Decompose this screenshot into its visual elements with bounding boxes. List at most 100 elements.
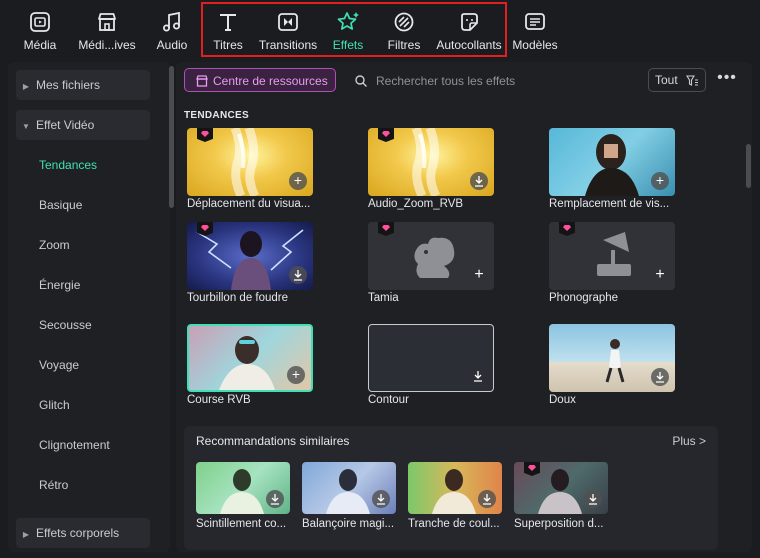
add-icon[interactable]: + bbox=[287, 366, 305, 384]
recommendation-card[interactable]: Balançoire magi... bbox=[302, 462, 396, 534]
download-icon[interactable] bbox=[266, 490, 284, 508]
highlight-box bbox=[201, 2, 507, 57]
download-icon[interactable] bbox=[469, 367, 487, 385]
resource-center-button[interactable]: Centre de ressources bbox=[184, 68, 336, 92]
effect-card[interactable]: + Remplacement de vis... bbox=[549, 128, 675, 212]
effect-thumbnail bbox=[408, 462, 502, 514]
effect-thumbnail bbox=[196, 462, 290, 514]
tab-label: Médi...ives bbox=[78, 38, 136, 52]
sidebar-item-clignotement[interactable]: Clignotement bbox=[16, 430, 150, 460]
sidebar-item-label: Effet Vidéo bbox=[36, 118, 95, 132]
effect-thumbnail: + bbox=[368, 222, 494, 290]
filter-label: Tout bbox=[655, 73, 678, 87]
tab-media[interactable]: Média bbox=[14, 6, 66, 56]
sidebar-item-effets-corporels[interactable]: ▶ Effets corporels bbox=[16, 518, 150, 548]
more-link[interactable]: Plus > bbox=[672, 434, 706, 448]
category-sidebar: ▶ Mes fichiers ▼ Effet Vidéo Tendances Bas… bbox=[8, 62, 174, 552]
tab-audio[interactable]: Audio bbox=[150, 6, 194, 56]
effect-card[interactable]: Contour bbox=[368, 324, 494, 408]
sidebar-item-label: Zoom bbox=[39, 238, 70, 252]
sidebar-item-effet-video[interactable]: ▼ Effet Vidéo bbox=[16, 110, 150, 140]
effect-name: Superposition d... bbox=[514, 518, 604, 530]
caret-down-icon: ▼ bbox=[22, 122, 30, 131]
effect-name: Tranche de coul... bbox=[408, 518, 500, 530]
tab-media-stock[interactable]: Médi...ives bbox=[72, 6, 142, 56]
effect-card[interactable]: + Déplacement du visua... bbox=[187, 128, 313, 212]
effect-name: Balançoire magi... bbox=[302, 518, 395, 530]
effects-browser: Centre de ressources Rechercher tous les… bbox=[176, 62, 752, 552]
download-icon[interactable] bbox=[651, 368, 669, 386]
store-icon bbox=[98, 13, 116, 31]
sidebar-item-voyage[interactable]: Voyage bbox=[16, 350, 150, 380]
resource-center-label: Centre de ressources bbox=[213, 74, 328, 88]
template-icon bbox=[525, 13, 545, 30]
store-icon bbox=[196, 75, 208, 87]
sidebar-item-retro[interactable]: Rétro bbox=[16, 470, 150, 500]
effect-card[interactable]: Doux bbox=[549, 324, 675, 408]
recommendation-card[interactable]: Scintillement co... bbox=[196, 462, 290, 534]
sidebar-item-secousse[interactable]: Secousse bbox=[16, 310, 150, 340]
more-options-button[interactable]: ••• bbox=[716, 68, 738, 92]
caret-right-icon: ▶ bbox=[22, 530, 30, 539]
effects-panel: Média Médi...ives Audio Titres Transitio… bbox=[0, 0, 760, 558]
effect-name: Contour bbox=[368, 394, 409, 406]
effect-card[interactable]: + Course RVB bbox=[187, 324, 313, 408]
tab-label: Média bbox=[23, 38, 57, 52]
search-placeholder: Rechercher tous les effets bbox=[376, 74, 516, 88]
main-scrollbar[interactable] bbox=[746, 144, 751, 188]
effect-card[interactable]: Tourbillon de foudre bbox=[187, 222, 313, 306]
download-icon[interactable] bbox=[372, 490, 390, 508]
music-note-icon bbox=[163, 11, 180, 32]
sidebar-item-tendances[interactable]: Tendances bbox=[16, 150, 150, 180]
recommendation-card[interactable]: Superposition d... bbox=[514, 462, 608, 534]
sidebar-item-mes-fichiers[interactable]: ▶ Mes fichiers bbox=[16, 70, 150, 100]
sidebar-item-label: Basique bbox=[39, 198, 83, 212]
search-input[interactable]: Rechercher tous les effets bbox=[352, 70, 632, 92]
tab-label: Modèles bbox=[512, 38, 558, 52]
tab-label: Audio bbox=[156, 38, 188, 52]
effect-name: Course RVB bbox=[187, 394, 251, 406]
effect-name: Tamia bbox=[368, 292, 399, 304]
effect-name: Déplacement du visua... bbox=[187, 198, 311, 210]
add-icon[interactable]: + bbox=[651, 172, 669, 190]
sidebar-item-label: Mes fichiers bbox=[36, 78, 101, 92]
effect-name: Remplacement de vis... bbox=[549, 198, 670, 210]
effect-card[interactable]: + Phonographe bbox=[549, 222, 675, 306]
effect-name: Tourbillon de foudre bbox=[187, 292, 289, 304]
effect-card[interactable]: + Tamia bbox=[368, 222, 494, 306]
effect-thumbnail bbox=[368, 128, 494, 196]
sidebar-item-label: Énergie bbox=[39, 278, 81, 292]
recommendation-card[interactable]: Tranche de coul... bbox=[408, 462, 502, 534]
filter-dropdown[interactable]: Tout bbox=[648, 68, 706, 92]
tab-templates[interactable]: Modèles bbox=[512, 6, 558, 56]
sidebar-item-glitch[interactable]: Glitch bbox=[16, 390, 150, 420]
effect-name: Phonographe bbox=[549, 292, 619, 304]
effect-card[interactable]: Audio_Zoom_RVB bbox=[368, 128, 494, 212]
sidebar-item-label: Rétro bbox=[39, 478, 69, 492]
effect-name: Audio_Zoom_RVB bbox=[368, 198, 464, 210]
search-icon bbox=[355, 75, 367, 87]
sidebar-item-zoom[interactable]: Zoom bbox=[16, 230, 150, 260]
effect-thumbnail bbox=[549, 324, 675, 392]
sidebar-item-label: Glitch bbox=[39, 398, 70, 412]
sidebar-scrollbar[interactable] bbox=[169, 66, 174, 208]
sidebar-item-label: Voyage bbox=[39, 358, 80, 372]
sidebar-item-basique[interactable]: Basique bbox=[16, 190, 150, 220]
add-icon[interactable]: + bbox=[289, 172, 307, 190]
media-icon bbox=[30, 12, 50, 32]
add-icon[interactable]: + bbox=[651, 266, 669, 284]
download-icon[interactable] bbox=[289, 266, 307, 284]
section-title: TENDANCES bbox=[184, 110, 249, 121]
effect-thumbnail bbox=[187, 222, 313, 290]
sidebar-item-energie[interactable]: Énergie bbox=[16, 270, 150, 300]
effect-thumbnail: + bbox=[549, 128, 675, 196]
download-icon[interactable] bbox=[478, 490, 496, 508]
add-icon[interactable]: + bbox=[470, 266, 488, 284]
recommendations-panel: Recommandations similaires Plus > Scinti… bbox=[184, 426, 718, 550]
download-icon[interactable] bbox=[470, 172, 488, 190]
effect-name: Doux bbox=[549, 394, 576, 406]
sidebar-item-label: Tendances bbox=[39, 158, 98, 172]
recommendations-title: Recommandations similaires bbox=[196, 434, 350, 448]
sidebar-item-label: Clignotement bbox=[39, 438, 110, 452]
download-icon[interactable] bbox=[584, 490, 602, 508]
